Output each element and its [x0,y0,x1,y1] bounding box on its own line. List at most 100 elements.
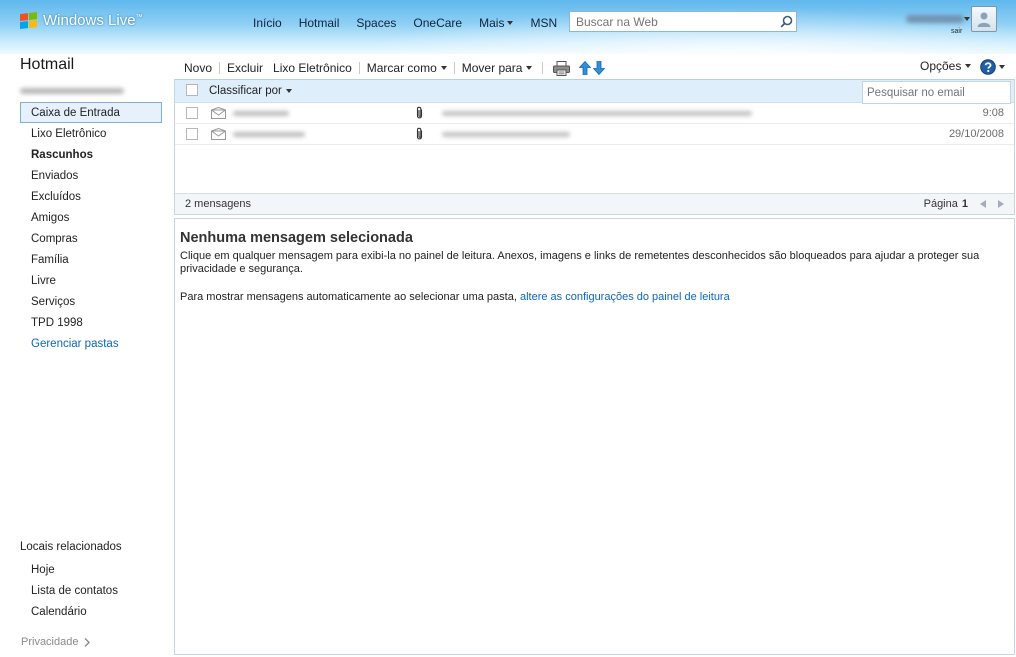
manage-folders-link[interactable]: Gerenciar pastas [20,333,162,354]
reading-pane-title: Nenhuma mensagem selecionada [180,230,413,246]
pager: Página 1 [924,198,1004,210]
nav-onecare[interactable]: OneCare [413,16,462,30]
table-row[interactable]: 29/10/2008 [175,124,1014,145]
sort-by-menu[interactable]: Classificar por [209,85,292,97]
folder-compras[interactable]: Compras [20,228,162,249]
privacy-label: Privacidade [21,636,79,648]
move-to-label: Mover para [461,61,523,75]
search-icon[interactable] [776,12,796,31]
nav-inicio[interactable]: Início [253,16,282,30]
row-date: 29/10/2008 [948,128,1004,140]
row-date: 9:08 [982,107,1004,119]
auto-show-text: Para mostrar mensagens automaticamente a… [180,291,517,303]
help-menu[interactable] [980,59,1005,75]
caret-down-icon [965,64,972,68]
new-button[interactable]: Novo [184,61,212,75]
folder-junk[interactable]: Lixo Eletrônico [20,123,162,144]
caret-down-icon [507,21,514,25]
related-contacts[interactable]: Lista de contatos [20,580,162,601]
web-search-input[interactable] [570,12,776,31]
brand-name: Windows Live™ [43,12,143,29]
caret-down-icon [285,89,292,93]
chevron-right-icon [84,637,91,647]
mail-search-box [862,81,1016,104]
related-today[interactable]: Hoje [20,559,162,580]
signout-link[interactable]: sair [951,28,962,35]
row-checkbox[interactable] [186,128,198,140]
nav-msn[interactable]: MSN [530,16,557,30]
reading-pane-settings-link[interactable]: altere as configurações do painel de lei… [520,291,730,303]
reading-pane-info: Clique em qualquer mensagem para exibi-l… [180,250,980,275]
app-title[interactable]: Hotmail [20,56,74,74]
folder-drafts[interactable]: Rascunhos [20,144,162,165]
sender-blurred [233,132,305,137]
related-places-list: Hoje Lista de contatos Calendário [20,559,162,622]
row-checkbox[interactable] [186,107,198,119]
mark-as-label: Marcar como [366,61,437,75]
table-row[interactable]: 9:08 [175,103,1014,124]
folder-amigos[interactable]: Amigos [20,207,162,228]
folder-servicos[interactable]: Serviços [20,291,162,312]
nav-mais[interactable]: Mais [479,16,514,30]
message-toolbar: Novo Excluir Lixo Eletrônico Marcar como… [184,59,606,77]
print-icon[interactable] [553,60,571,76]
nav-mais-label: Mais [479,16,505,30]
select-all-checkbox[interactable] [186,84,198,96]
related-places-title: Locais relacionados [20,541,122,553]
user-menu-caret-icon[interactable] [964,17,970,21]
junk-button[interactable]: Lixo Eletrônico [273,61,352,75]
paperclip-icon [416,106,424,123]
arrow-down-icon[interactable] [593,61,606,75]
help-icon [980,59,996,75]
caret-down-icon [999,65,1005,69]
delete-button[interactable]: Excluir [227,61,263,75]
paperclip-icon [416,127,424,144]
folder-familia[interactable]: Família [20,249,162,270]
caret-down-icon [526,66,533,70]
reading-pane: Nenhuma mensagem selecionada Clique em q… [174,218,1015,655]
toolbar-divider [542,62,544,74]
avatar-icon[interactable] [971,6,997,32]
folder-inbox[interactable]: Caixa de Entrada [20,102,162,123]
windows-live-logo[interactable]: Windows Live™ [20,11,143,30]
mark-as-button[interactable]: Marcar como [367,61,447,75]
page-label: Página [923,198,958,210]
message-list-header: Classificar por [175,79,1016,104]
folder-deleted[interactable]: Excluídos [20,186,162,207]
toolbar-divider [453,62,455,74]
account-name-blurred [20,88,124,94]
options-label: Opções [920,59,962,73]
options-menu[interactable]: Opções [920,59,972,73]
toolbar-divider [219,62,221,74]
folder-list: Caixa de Entrada Lixo Eletrônico Rascunh… [20,102,162,354]
nav-spaces[interactable]: Spaces [356,16,396,30]
reading-pane-settings-text: Para mostrar mensagens automaticamente a… [180,291,730,303]
toolbar-divider [358,62,360,74]
mail-search-input[interactable] [863,83,1016,102]
web-search-box [569,11,797,32]
envelope-icon [211,127,226,143]
sort-by-label: Classificar por [209,85,282,97]
folder-livre[interactable]: Livre [20,270,162,291]
user-area: sair [904,6,1016,42]
header-bar: Windows Live™ Início Hotmail Spaces OneC… [0,0,1016,54]
nav-hotmail[interactable]: Hotmail [299,16,340,30]
caret-down-icon [440,66,447,70]
subject-blurred [442,111,752,116]
user-name-blurred[interactable] [906,15,964,23]
related-calendar[interactable]: Calendário [20,601,162,622]
windows-flag-icon [20,11,38,30]
envelope-icon [211,106,226,122]
folder-sent[interactable]: Enviados [20,165,162,186]
privacy-link[interactable]: Privacidade [21,636,91,648]
sender-blurred [233,111,289,116]
prev-page-icon[interactable] [980,200,986,208]
message-list-footer: 2 mensagens Página 1 [175,193,1014,214]
message-count: 2 mensagens [185,198,252,210]
move-to-button[interactable]: Mover para [462,61,533,75]
page-number: 1 [961,198,968,210]
arrow-up-icon[interactable] [579,61,592,75]
folder-tpd-1998[interactable]: TPD 1998 [20,312,162,333]
next-page-icon[interactable] [998,200,1004,208]
top-nav: Início Hotmail Spaces OneCare Mais MSN [253,16,557,30]
